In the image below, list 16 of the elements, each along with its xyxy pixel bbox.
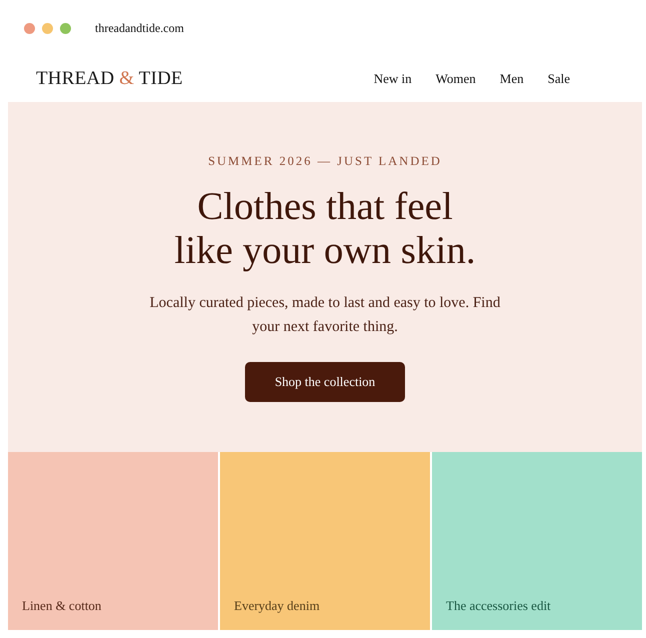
shop-button[interactable]: Shop the collection bbox=[245, 362, 405, 402]
nav-link[interactable]: Women bbox=[436, 69, 476, 89]
address-text: threadandtide.com bbox=[95, 20, 184, 37]
category-tile[interactable]: The accessories edit bbox=[432, 452, 642, 630]
nav-link[interactable]: New in bbox=[374, 69, 412, 89]
window-dot-icon[interactable] bbox=[42, 22, 53, 34]
eyebrow-text: SUMMER 2026 — JUST LANDED bbox=[207, 153, 443, 169]
hero-description: Locally curated pieces, made to last and easy to love. Find your next favorite thing. bbox=[148, 294, 502, 337]
logo[interactable]: THREAD & TIDE bbox=[36, 64, 183, 94]
category-tile[interactable]: Everyday denim bbox=[220, 452, 430, 630]
window-dot-icon[interactable] bbox=[60, 22, 71, 34]
nav-link[interactable]: Sale bbox=[548, 69, 570, 89]
hero-headline: Clothes that feel like your own skin. bbox=[173, 185, 477, 273]
window-dot-icon[interactable] bbox=[24, 22, 35, 34]
nav-link[interactable]: Men bbox=[500, 69, 524, 89]
category-tile[interactable]: Linen & cotton bbox=[8, 452, 218, 630]
